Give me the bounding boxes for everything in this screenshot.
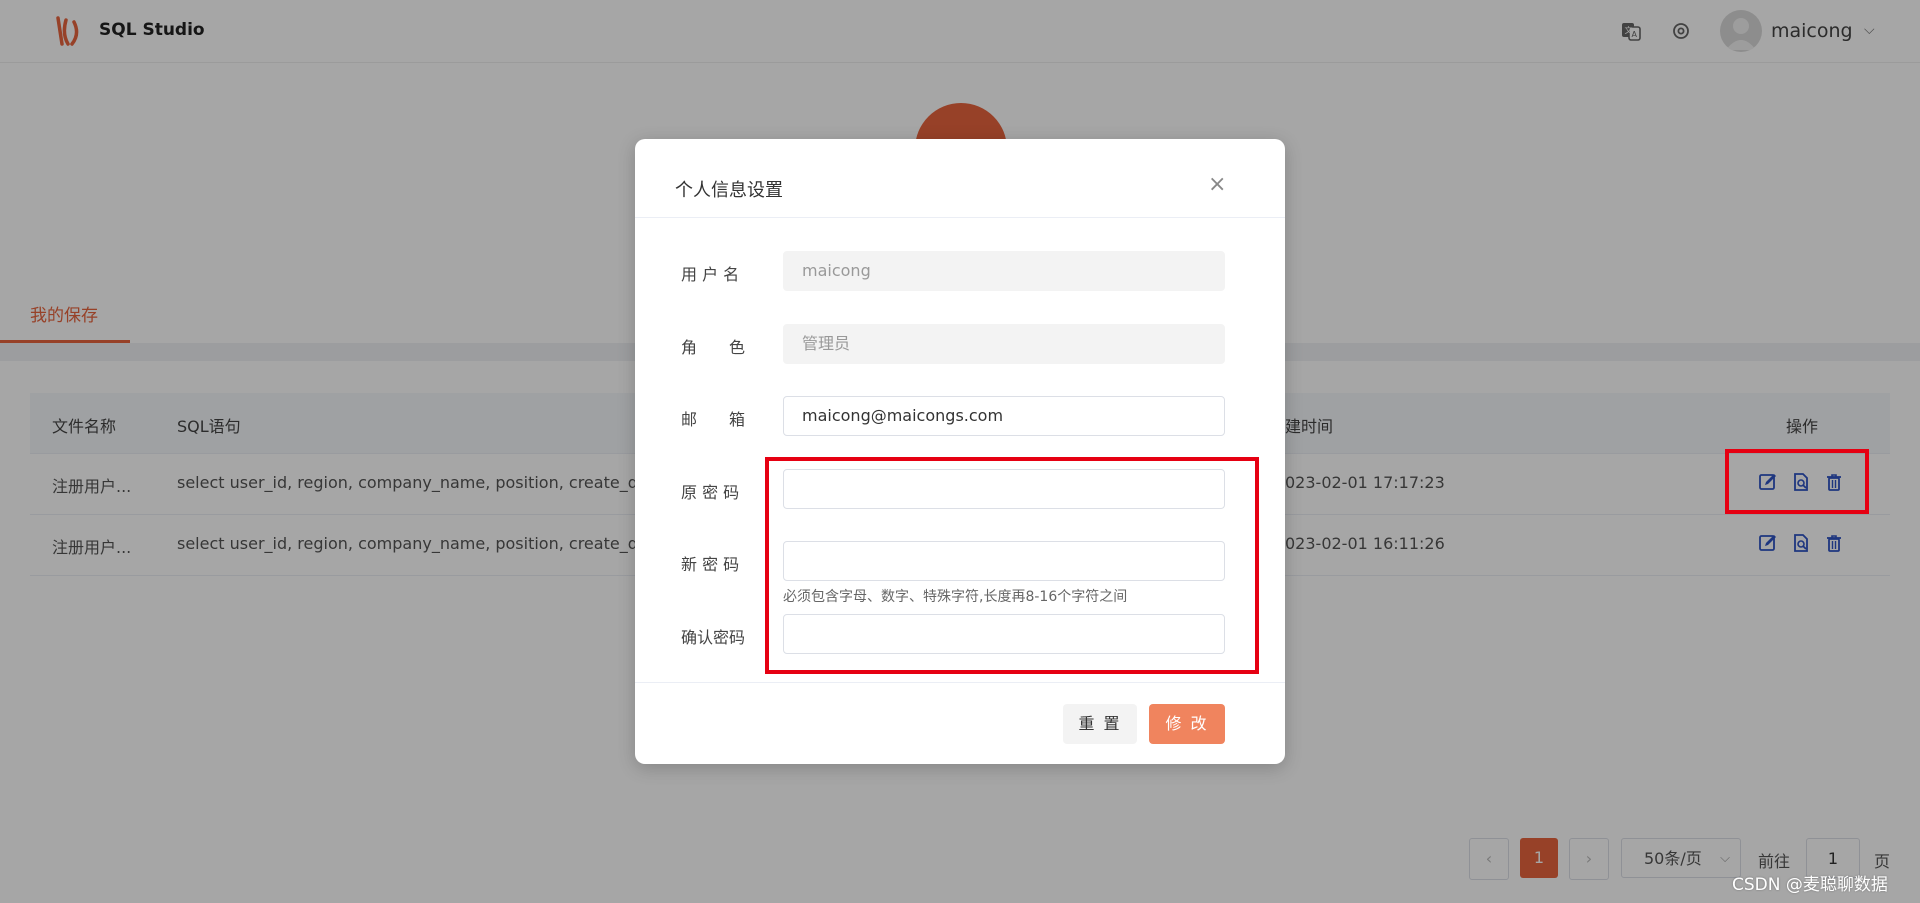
submit-button[interactable]: 修 改 xyxy=(1149,704,1225,744)
username-field: maicong xyxy=(783,251,1225,291)
reset-button[interactable]: 重 置 xyxy=(1063,704,1137,744)
email-label: 邮 箱 xyxy=(681,410,746,429)
dialog-footer-divider xyxy=(635,682,1285,683)
new-password-label: 新 密 码 xyxy=(681,555,740,574)
dialog-header-divider xyxy=(635,217,1285,218)
dialog-title: 个人信息设置 xyxy=(675,180,783,201)
action-icons-highlight-box xyxy=(1725,449,1869,514)
email-field[interactable]: maicong@maicongs.com xyxy=(783,396,1225,436)
watermark: CSDN @麦聪聊数据 xyxy=(1732,875,1888,895)
confirm-password-label: 确认密码 xyxy=(681,628,746,647)
role-field: 管理员 xyxy=(783,324,1225,364)
close-icon[interactable]: × xyxy=(1208,172,1226,197)
username-label: 用 户 名 xyxy=(681,265,740,284)
role-label: 角 色 xyxy=(681,338,746,357)
old-password-label: 原 密 码 xyxy=(681,483,740,502)
password-fields-highlight-box xyxy=(765,457,1259,674)
